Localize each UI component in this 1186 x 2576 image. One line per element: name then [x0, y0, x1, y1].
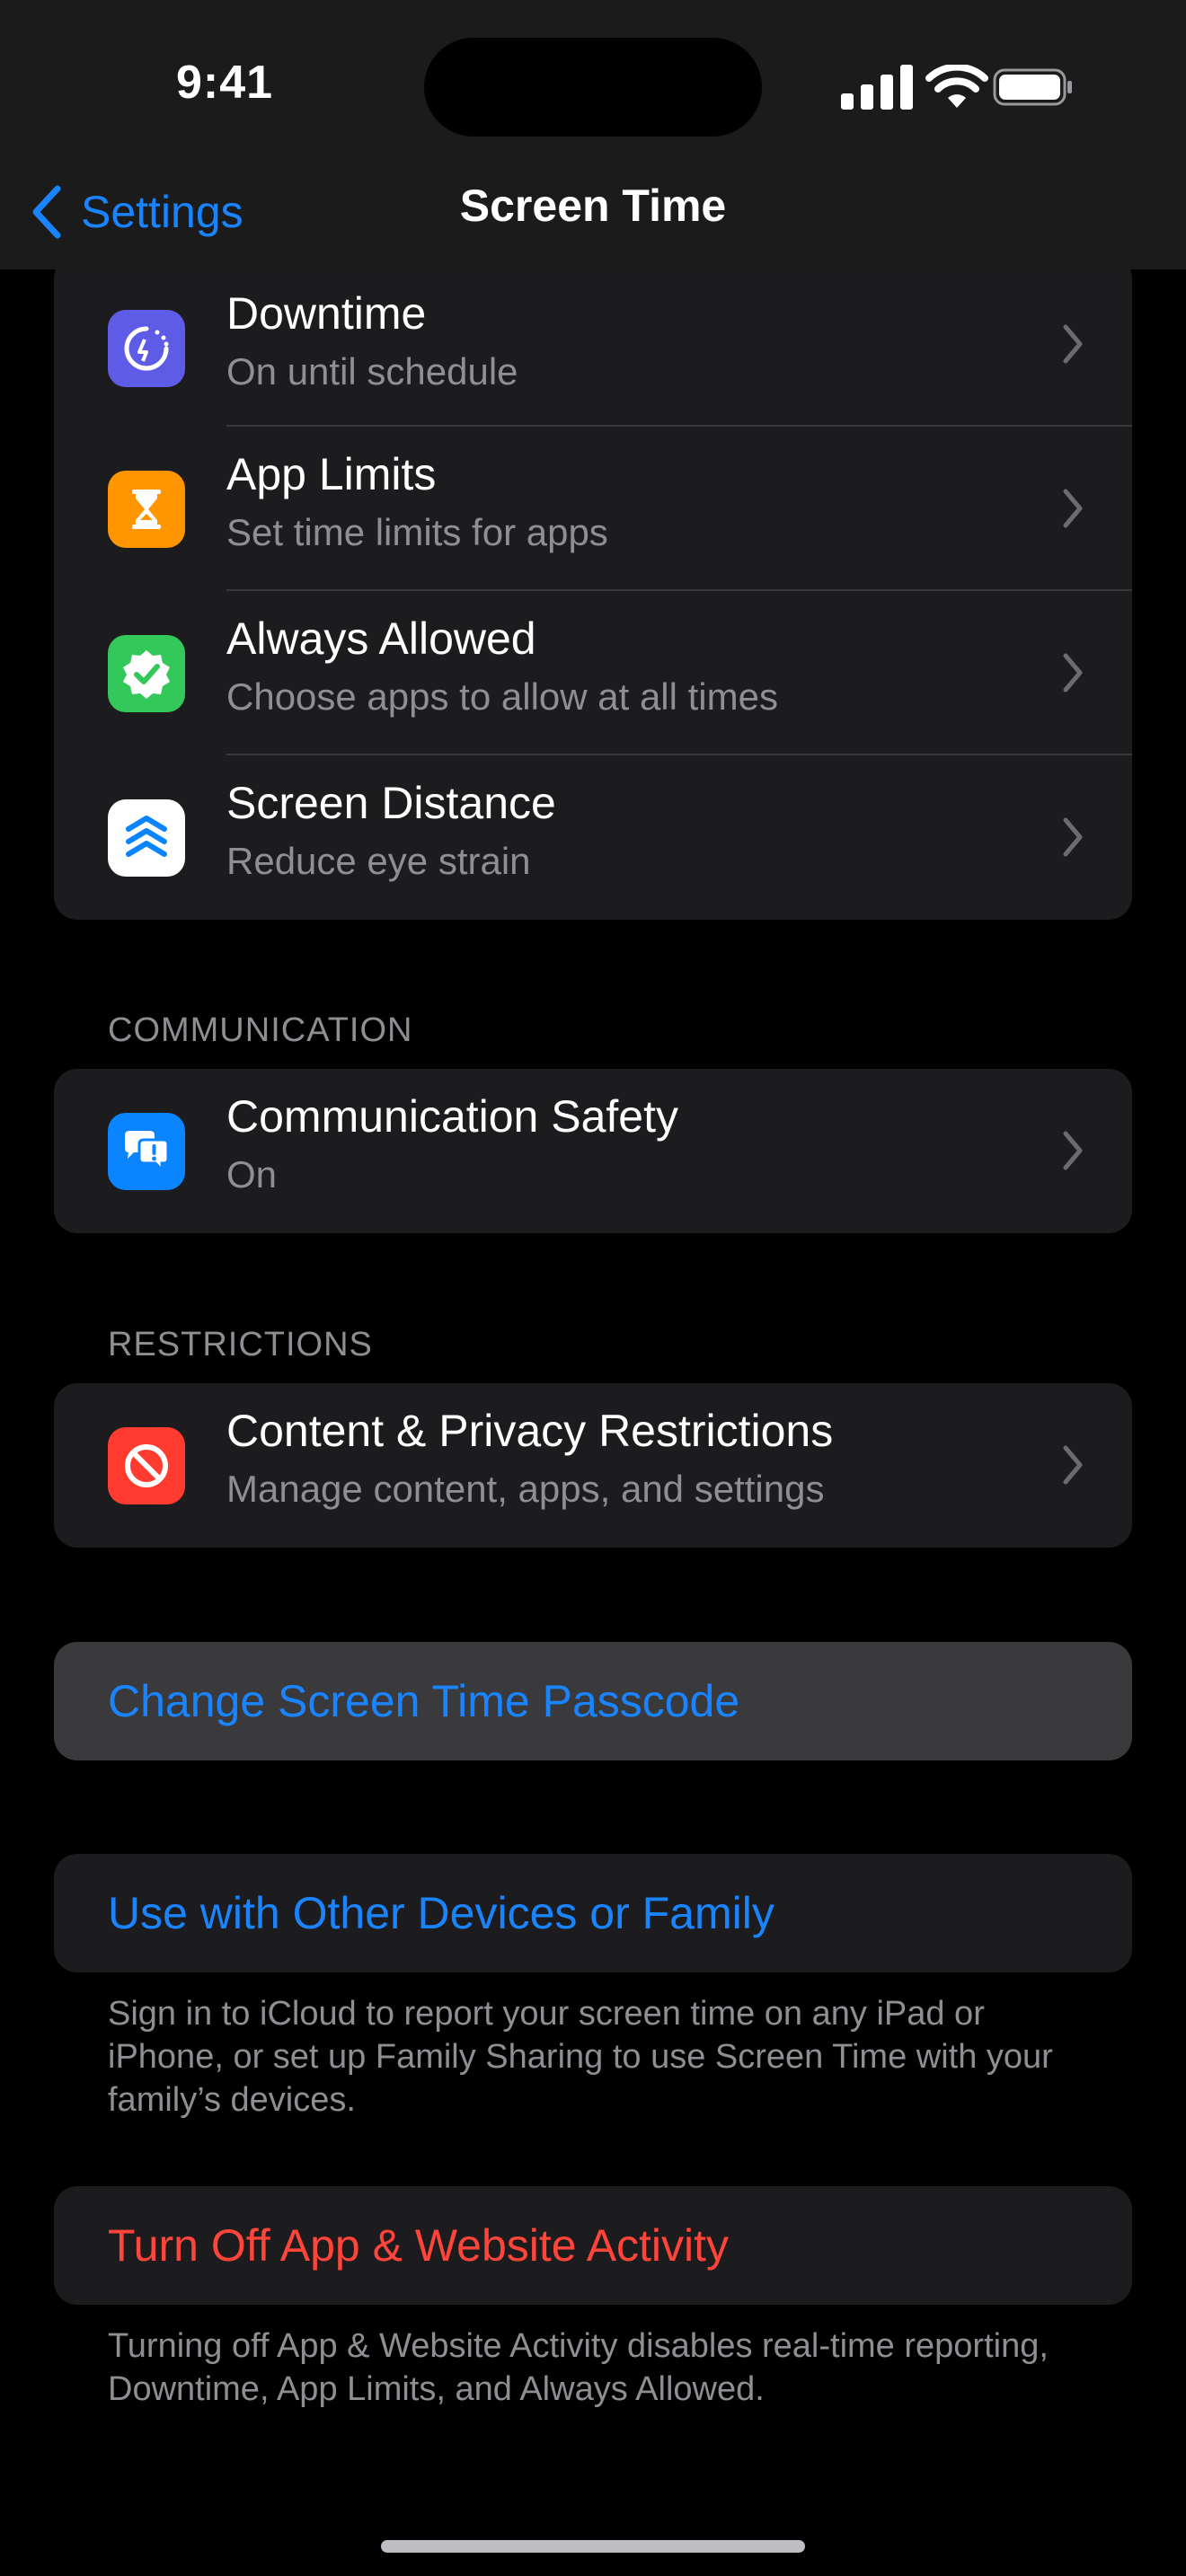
- row-title: Communication Safety: [226, 1091, 679, 1142]
- restrictions-group: Content & Privacy Restrictions Manage co…: [54, 1383, 1132, 1548]
- use-with-other-devices-label: Use with Other Devices or Family: [108, 1888, 774, 1938]
- downtime-icon: [108, 310, 185, 387]
- always-allowed-row[interactable]: Always Allowed Choose apps to allow at a…: [54, 591, 1132, 755]
- use-with-other-devices-button[interactable]: Use with Other Devices or Family: [54, 1854, 1132, 1972]
- restricted-icon: [108, 1427, 185, 1504]
- chevron-right-icon: [1063, 1445, 1083, 1485]
- turn-off-activity-label: Turn Off App & Website Activity: [108, 2220, 730, 2271]
- turn-off-activity-button[interactable]: Turn Off App & Website Activity: [54, 2186, 1132, 2305]
- wifi-icon: [925, 65, 988, 108]
- row-title: Downtime: [226, 288, 427, 339]
- change-passcode-button[interactable]: Change Screen Time Passcode: [54, 1642, 1132, 1760]
- content-privacy-row[interactable]: Content & Privacy Restrictions Manage co…: [54, 1383, 1132, 1548]
- row-title: App Limits: [226, 449, 437, 499]
- cellular-signal-icon: [841, 65, 913, 110]
- limits-group: Downtime On until schedule App Limits Se…: [54, 255, 1132, 920]
- chevron-right-icon: [1063, 817, 1083, 857]
- turn-off-activity-footnote: Turning off App & Website Activity disab…: [108, 2327, 1049, 2408]
- row-title: Content & Privacy Restrictions: [226, 1406, 834, 1456]
- chevron-right-icon: [1063, 1131, 1083, 1170]
- status-icons: [836, 63, 1078, 110]
- screen-distance-row[interactable]: Screen Distance Reduce eye strain: [54, 755, 1132, 920]
- status-time: 9:41: [175, 57, 274, 109]
- page-title: Screen Time: [459, 181, 727, 231]
- downtime-row[interactable]: Downtime On until schedule: [54, 255, 1132, 427]
- row-title: Always Allowed: [226, 613, 536, 664]
- communication-safety-row[interactable]: Communication Safety On: [54, 1069, 1132, 1233]
- home-indicator[interactable]: [381, 2540, 805, 2553]
- chevrons-up-icon: [108, 799, 185, 877]
- back-button[interactable]: Settings: [31, 176, 243, 248]
- row-subtitle: Reduce eye strain: [226, 840, 531, 882]
- row-subtitle: Manage content, apps, and settings: [226, 1468, 825, 1510]
- chevron-right-icon: [1063, 324, 1083, 364]
- app-limits-row[interactable]: App Limits Set time limits for apps: [54, 427, 1132, 591]
- hourglass-icon: [108, 471, 185, 548]
- navigation-header: 9:41 Settings Screen Time: [0, 0, 1186, 269]
- row-subtitle: On: [226, 1153, 278, 1195]
- communication-group: Communication Safety On: [54, 1069, 1132, 1233]
- dynamic-island: [424, 38, 762, 137]
- chevron-right-icon: [1063, 489, 1083, 528]
- section-header-communication: COMMUNICATION: [108, 1011, 413, 1049]
- checkmark-seal-icon: [108, 635, 185, 712]
- change-passcode-label: Change Screen Time Passcode: [108, 1676, 740, 1726]
- row-subtitle: Set time limits for apps: [226, 511, 608, 553]
- chevron-right-icon: [1063, 653, 1083, 693]
- section-header-restrictions: RESTRICTIONS: [108, 1326, 373, 1363]
- row-subtitle: On until schedule: [226, 350, 518, 393]
- battery-icon: [993, 68, 1072, 106]
- chat-bubbles-icon: [108, 1113, 185, 1190]
- chevron-left-icon: [32, 185, 61, 239]
- row-title: Screen Distance: [226, 778, 556, 828]
- use-with-other-devices-footnote: Sign in to iCloud to report your screen …: [108, 1995, 1053, 2119]
- row-subtitle: Choose apps to allow at all times: [226, 675, 778, 718]
- back-button-label: Settings: [81, 187, 243, 237]
